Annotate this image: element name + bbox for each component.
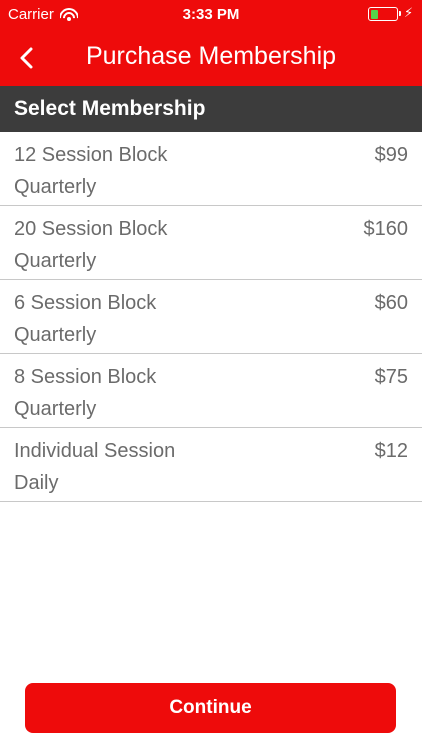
membership-name: 6 Session Block xyxy=(14,292,157,314)
status-bar: Carrier 3:33 PM ⚡︎ xyxy=(0,0,422,30)
membership-period: Quarterly xyxy=(14,324,97,346)
page-title: Purchase Membership xyxy=(85,42,337,70)
membership-period: Quarterly xyxy=(14,398,97,420)
membership-period: Quarterly xyxy=(14,176,97,198)
membership-list: 12 Session Block Quarterly $99 20 Sessio… xyxy=(0,132,422,502)
membership-item[interactable]: 20 Session Block Quarterly $160 xyxy=(0,206,422,280)
membership-name: Individual Session xyxy=(14,440,176,462)
battery-icon xyxy=(368,7,401,21)
membership-price: $99 xyxy=(374,144,408,166)
section-header: Select Membership xyxy=(0,86,422,132)
navigation-bar: Purchase Membership xyxy=(0,30,422,86)
membership-period: Daily xyxy=(14,472,59,494)
membership-price: $60 xyxy=(374,292,408,314)
membership-item[interactable]: Individual Session Daily $12 xyxy=(0,428,422,502)
membership-item[interactable]: 6 Session Block Quarterly $60 xyxy=(0,280,422,354)
charging-bolt-icon: ⚡︎ xyxy=(404,5,414,20)
membership-name: 20 Session Block xyxy=(14,218,168,240)
membership-price: $160 xyxy=(363,218,409,240)
membership-item[interactable]: 8 Session Block Quarterly $75 xyxy=(0,354,422,428)
battery-level xyxy=(370,9,378,19)
membership-name: 8 Session Block xyxy=(14,366,157,388)
membership-item[interactable]: 12 Session Block Quarterly $99 xyxy=(0,132,422,206)
continue-button[interactable]: Continue xyxy=(25,683,396,733)
status-time: 3:33 PM xyxy=(182,6,240,23)
membership-name: 12 Session Block xyxy=(14,144,168,166)
membership-price: $75 xyxy=(374,366,408,388)
membership-period: Quarterly xyxy=(14,250,97,272)
membership-price: $12 xyxy=(374,440,408,462)
chevron-left-icon[interactable] xyxy=(16,46,40,70)
